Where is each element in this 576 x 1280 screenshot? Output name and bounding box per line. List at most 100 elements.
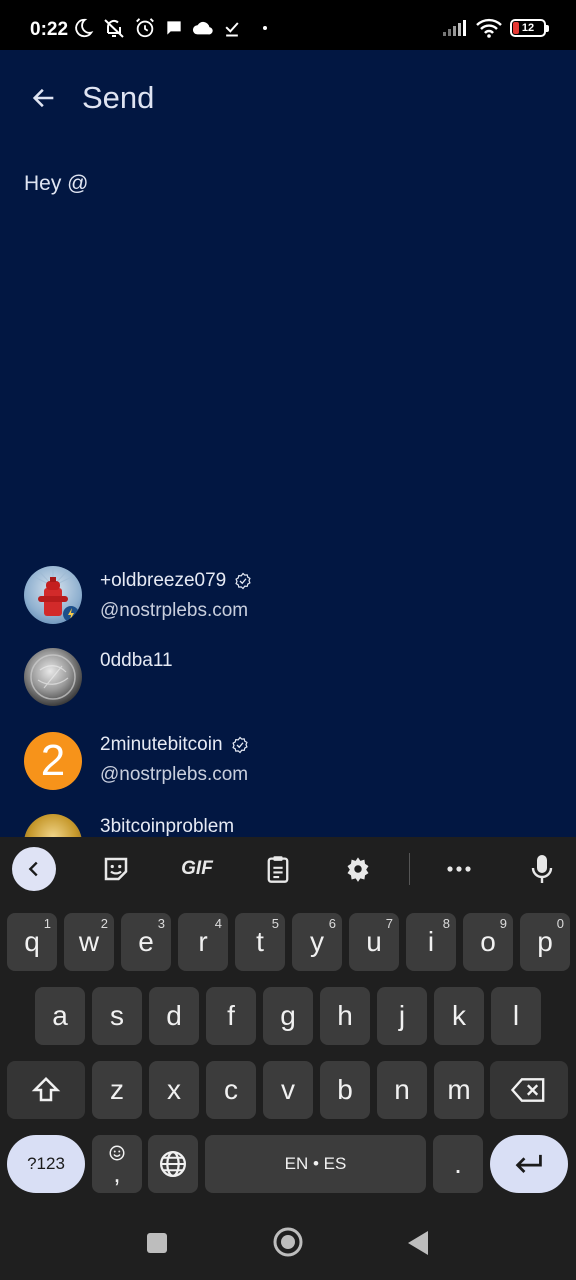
gif-button[interactable]: GIF bbox=[172, 847, 222, 891]
key-k[interactable]: k bbox=[434, 987, 484, 1045]
key-f[interactable]: f bbox=[206, 987, 256, 1045]
key-hint: 6 bbox=[328, 916, 336, 931]
cloud-icon bbox=[192, 21, 213, 35]
suggestion-name: 0ddba11 bbox=[100, 650, 173, 671]
symbols-key[interactable]: ?123 bbox=[7, 1135, 85, 1193]
key-label: i bbox=[427, 926, 435, 957]
language-key[interactable] bbox=[148, 1135, 198, 1193]
key-hint: 8 bbox=[442, 916, 450, 931]
key-s[interactable]: s bbox=[92, 987, 142, 1045]
key-z[interactable]: z bbox=[92, 1061, 142, 1119]
key-label: z bbox=[110, 1074, 124, 1105]
settings-button[interactable] bbox=[336, 847, 380, 891]
clipboard-button[interactable] bbox=[256, 847, 300, 891]
recents-button[interactable] bbox=[146, 1232, 168, 1259]
key-q[interactable]: q1 bbox=[7, 913, 57, 971]
download-done-icon bbox=[225, 22, 239, 37]
key-hint: 4 bbox=[214, 916, 222, 931]
wifi-icon bbox=[476, 18, 502, 38]
key-b[interactable]: b bbox=[320, 1061, 370, 1119]
coin-image bbox=[30, 654, 76, 700]
sticker-icon bbox=[104, 857, 128, 881]
key-u[interactable]: u7 bbox=[349, 913, 399, 971]
comma-label: , bbox=[113, 1158, 121, 1188]
coin-avatar bbox=[24, 648, 82, 706]
status-icons-left bbox=[72, 16, 270, 40]
enter-icon bbox=[515, 1154, 542, 1173]
key-n[interactable]: n bbox=[377, 1061, 427, 1119]
number-2-avatar: 2 bbox=[24, 732, 82, 790]
key-j[interactable]: j bbox=[377, 987, 427, 1045]
message-input[interactable]: Hey @ bbox=[24, 172, 89, 196]
mic-icon bbox=[531, 855, 553, 883]
key-label: n bbox=[394, 1074, 410, 1105]
key-label: d bbox=[166, 1000, 182, 1031]
key-l[interactable]: l bbox=[491, 987, 541, 1045]
key-g[interactable]: g bbox=[263, 987, 313, 1045]
key-hint: 0 bbox=[556, 916, 564, 931]
suggestion-handle: @nostrplebs.com bbox=[100, 764, 249, 785]
suggestion-item[interactable]: 0ddba11 bbox=[0, 646, 576, 716]
key-label: u bbox=[366, 926, 382, 957]
collapse-toolbar-button[interactable] bbox=[12, 847, 56, 891]
space-key[interactable]: EN • ES bbox=[205, 1135, 426, 1193]
chevron-left-icon bbox=[28, 861, 38, 877]
sticker-button[interactable] bbox=[94, 847, 138, 891]
shift-icon bbox=[31, 1076, 61, 1102]
more-button[interactable] bbox=[437, 847, 481, 891]
signal-icon bbox=[443, 20, 466, 36]
suggestion-name: 2minutebitcoin bbox=[100, 734, 249, 756]
key-label: b bbox=[337, 1074, 353, 1105]
key-r[interactable]: r4 bbox=[178, 913, 228, 971]
battery-icon: 12 bbox=[510, 19, 549, 37]
suggestion-handle: @nostrplebs.com bbox=[100, 600, 249, 621]
key-o[interactable]: o9 bbox=[463, 913, 513, 971]
key-m[interactable]: m bbox=[434, 1061, 484, 1119]
key-x[interactable]: x bbox=[149, 1061, 199, 1119]
period-key[interactable]: . bbox=[433, 1135, 483, 1193]
key-label: a bbox=[52, 1000, 68, 1031]
chat-icon bbox=[167, 21, 181, 35]
key-label: p bbox=[537, 926, 553, 957]
key-v[interactable]: v bbox=[263, 1061, 313, 1119]
moon-icon bbox=[75, 18, 94, 38]
suggestion-item[interactable]: 2 2minutebitcoin @nostrplebs.com bbox=[0, 730, 576, 800]
key-y[interactable]: y6 bbox=[292, 913, 342, 971]
key-label: w bbox=[78, 926, 100, 957]
verified-badge-icon bbox=[235, 572, 251, 590]
key-label: e bbox=[138, 926, 154, 957]
key-e[interactable]: e3 bbox=[121, 913, 171, 971]
key-w[interactable]: w2 bbox=[64, 913, 114, 971]
backspace-icon bbox=[511, 1078, 545, 1102]
key-t[interactable]: t5 bbox=[235, 913, 285, 971]
key-p[interactable]: p0 bbox=[520, 913, 570, 971]
back-nav-button[interactable] bbox=[406, 1230, 430, 1261]
key-label: q bbox=[24, 926, 40, 957]
keyboard-toolbar: GIF bbox=[0, 837, 576, 901]
key-label: v bbox=[281, 1074, 295, 1105]
key-d[interactable]: d bbox=[149, 987, 199, 1045]
arrow-left-icon bbox=[32, 88, 54, 108]
key-label: g bbox=[280, 1000, 296, 1031]
key-h[interactable]: h bbox=[320, 987, 370, 1045]
home-button[interactable] bbox=[272, 1226, 304, 1263]
emoji-comma-key[interactable]: , bbox=[92, 1135, 142, 1193]
hydrant-avatar bbox=[24, 566, 82, 624]
key-label: s bbox=[110, 1000, 124, 1031]
key-c[interactable]: c bbox=[206, 1061, 256, 1119]
hydrant-image bbox=[24, 566, 82, 622]
enter-key[interactable] bbox=[490, 1135, 568, 1193]
key-label: l bbox=[512, 1000, 520, 1031]
back-button[interactable] bbox=[22, 78, 66, 118]
key-label: m bbox=[447, 1074, 471, 1105]
gif-icon: GIF bbox=[181, 858, 213, 879]
suggestion-item[interactable]: 3bitcoinproblem bbox=[0, 814, 576, 837]
suggestion-item[interactable]: +oldbreeze079 @nostrplebs.com bbox=[0, 564, 576, 634]
key-i[interactable]: i8 bbox=[406, 913, 456, 971]
backspace-key[interactable] bbox=[490, 1061, 568, 1119]
shift-key[interactable] bbox=[7, 1061, 85, 1119]
key-a[interactable]: a bbox=[35, 987, 85, 1045]
more-icon bbox=[447, 866, 471, 872]
voice-input-button[interactable] bbox=[520, 847, 564, 891]
dot-icon bbox=[263, 26, 267, 30]
